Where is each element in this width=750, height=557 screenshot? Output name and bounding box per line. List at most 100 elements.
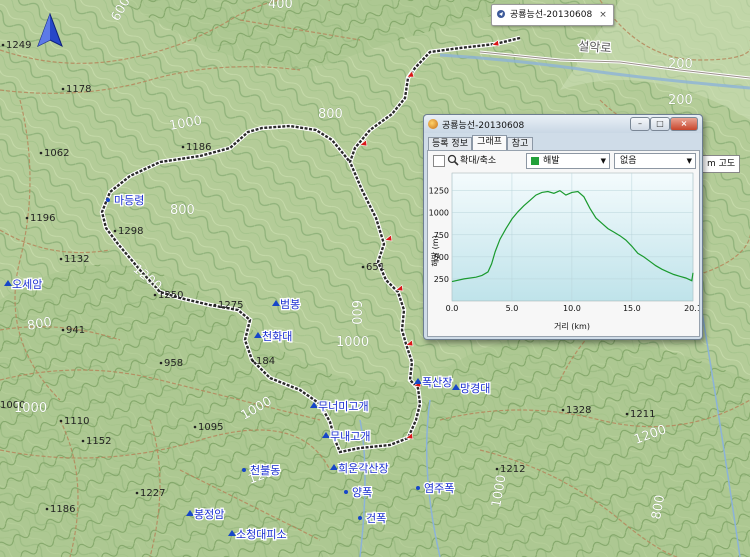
contour-label: 600 [348, 300, 363, 325]
tooltip-close-icon[interactable]: × [599, 10, 607, 20]
spot-height-label: 1212 [500, 464, 525, 475]
series-color-swatch [531, 157, 539, 165]
spot-height-label: 651 [366, 262, 385, 273]
spot-height-dot [159, 361, 163, 365]
place-label[interactable]: 건폭 [365, 511, 388, 527]
place-label[interactable]: 마등령 [113, 193, 146, 209]
spot-height-dot [61, 87, 65, 91]
spot-height-label: 1152 [86, 436, 111, 447]
place-label[interactable]: 범봉 [279, 297, 302, 313]
track-pin-icon [497, 10, 505, 18]
place-label[interactable]: 소청대피소 [235, 527, 288, 543]
place-label[interactable]: 망경대 [459, 381, 492, 397]
place-label[interactable]: 양폭 [351, 485, 374, 501]
track-tooltip[interactable]: 공룡능선-20130608 × [491, 4, 614, 26]
place-label[interactable]: 천화대 [261, 328, 294, 345]
place-label[interactable]: 무너미고개 [317, 399, 370, 415]
y-tick-label: 1250 [429, 187, 449, 196]
secondary-select[interactable]: 없음 ▼ [614, 153, 696, 169]
spot-height-label: 1095 [198, 422, 223, 433]
spot-height-label: 1328 [566, 405, 591, 416]
chevron-down-icon: ▼ [600, 157, 606, 165]
spot-height-dot [625, 412, 629, 416]
spot-height-dot [251, 359, 255, 363]
waypoint-icon [358, 516, 362, 520]
altitude-tooltip: m 고도 [698, 155, 741, 173]
tab-properties[interactable]: 등록 정보 [428, 137, 472, 151]
spot-height-label: 1186 [50, 504, 75, 515]
waypoint-icon [416, 486, 420, 490]
magnifier-icon [447, 154, 459, 166]
y-axis-label: 해발 (m) [430, 235, 440, 266]
track-tooltip-title: 공룡능선-20130608 [510, 10, 593, 20]
place-label[interactable]: 염주폭 [423, 481, 456, 497]
altitude-tooltip-text: m 고도 [707, 159, 736, 169]
spot-height-dot [39, 151, 43, 155]
spot-height-label: 1250 [158, 290, 183, 301]
x-tick-label: 15.0 [623, 304, 641, 313]
place-label[interactable]: 무내고개 [329, 429, 372, 445]
spot-height-label: 1062 [44, 148, 69, 159]
graph-panel: 확대/축소 해발 ▼ 없음 ▼ 250 500 750 1000 1250 0.0 5.0… [427, 150, 700, 337]
waypoint-icon [106, 198, 110, 202]
spot-height-label: 184 [256, 356, 275, 367]
spot-height-dot [193, 425, 197, 429]
contour-label: 800 [318, 107, 343, 122]
spot-height-label: 941 [66, 325, 85, 336]
spot-height-dot [361, 265, 365, 269]
spot-height-label: 1249 [6, 40, 31, 51]
road-label: 설악로 [578, 39, 612, 55]
tab-graph[interactable]: 그래프 [472, 135, 507, 151]
place-label[interactable]: 천불동 [249, 462, 282, 479]
contour-label: 1000 [336, 335, 369, 350]
graph-window[interactable]: 공룡능선-20130608 – □ × 등록 정보 그래프 참고 확대/축소 해… [423, 114, 703, 340]
secondary-select-value: 없음 [620, 156, 637, 166]
spot-height-label: 1110 [64, 416, 89, 427]
spot-height-dot [181, 145, 185, 149]
spot-height-dot [45, 507, 49, 511]
x-tick-label: 20.1 [684, 304, 699, 313]
contour-label: 800 [170, 203, 195, 218]
zoom-checkbox[interactable] [433, 155, 445, 167]
chevron-down-icon: ▼ [686, 157, 692, 165]
contour-label: 400 [268, 0, 293, 12]
elevation-chart[interactable]: 25050075010001250 0.05.010.015.020.1 해발 … [428, 171, 699, 334]
spot-height-dot [135, 491, 139, 495]
spot-height-label: 1227 [140, 488, 165, 499]
spot-height-label: 1186 [186, 142, 211, 153]
minimize-button[interactable]: – [630, 117, 650, 131]
place-label[interactable]: 폭산장 [421, 375, 454, 391]
spot-height-dot [59, 419, 63, 423]
contour-label: 200 [668, 57, 693, 72]
contour-label: 1000 [14, 401, 47, 416]
spot-height-label: 958 [164, 358, 183, 369]
waypoint-icon [242, 468, 246, 472]
place-label[interactable]: 봉정암 [193, 507, 226, 523]
place-label[interactable]: 희운각산장 [337, 461, 390, 477]
spot-height-dot [1, 43, 5, 47]
series-select[interactable]: 해발 ▼ [526, 153, 610, 169]
close-button[interactable]: × [670, 117, 698, 131]
series-select-value: 해발 [543, 156, 560, 166]
x-tick-label: 10.0 [563, 304, 581, 313]
maximize-button[interactable]: □ [650, 117, 670, 131]
spot-height-dot [59, 257, 63, 261]
app-icon [428, 119, 438, 129]
spot-height-label: 1298 [118, 226, 143, 237]
tab-reference[interactable]: 참고 [507, 137, 533, 151]
spot-height-label: 1275 [218, 300, 243, 311]
spot-height-dot [113, 229, 117, 233]
spot-height-label: 1211 [630, 409, 655, 420]
x-tick-label: 5.0 [506, 304, 519, 313]
spot-height-label: 1178 [66, 84, 91, 95]
spot-height-dot [61, 328, 65, 332]
spot-height-dot [561, 408, 565, 412]
spot-height-dot [495, 467, 499, 471]
spot-height-dot [25, 216, 29, 220]
spot-height-label: 1196 [30, 213, 55, 224]
place-label[interactable]: 오세암 [11, 277, 44, 293]
window-titlebar[interactable]: 공룡능선-20130608 – □ × [424, 115, 702, 133]
x-axis-label: 거리 (km) [554, 322, 590, 331]
spot-height-dot [81, 439, 85, 443]
x-tick-label: 0.0 [446, 304, 459, 313]
